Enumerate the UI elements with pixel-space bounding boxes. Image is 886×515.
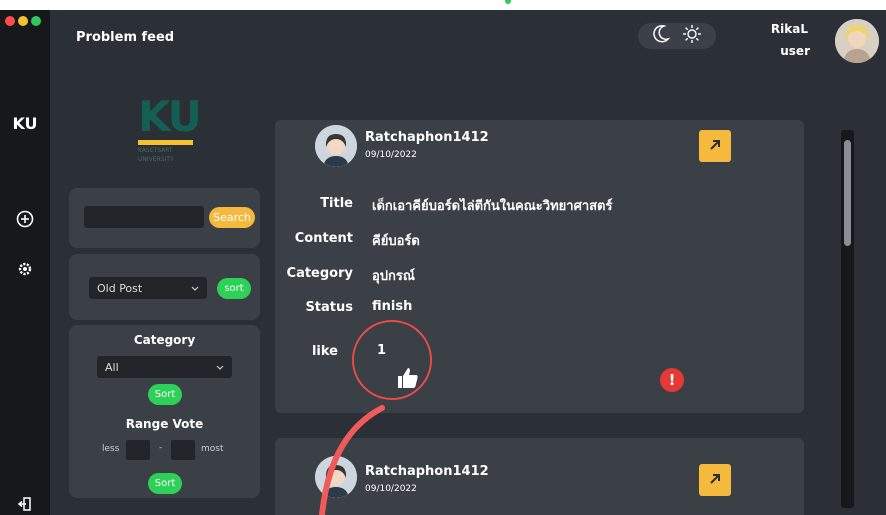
- post-username[interactable]: Ratchaphon1412: [365, 130, 489, 145]
- logo-subtext-2: UNIVERSITY: [138, 156, 174, 163]
- like-highlight-ring: [352, 320, 432, 400]
- search-panel: Search: [69, 188, 260, 248]
- range-separator: -: [159, 443, 163, 453]
- arrow-up-right-icon: [708, 137, 722, 156]
- range-most-input[interactable]: [171, 440, 195, 460]
- category-title: Category: [133, 333, 196, 347]
- open-post-button[interactable]: [699, 130, 731, 162]
- sort-select[interactable]: Old Post: [89, 277, 207, 299]
- content-label: Content: [294, 231, 353, 246]
- app-window: KU Problem feed RikaL user KU KASETSART …: [0, 10, 886, 515]
- chevron-down-icon: [191, 282, 199, 295]
- sort-select-value: Old Post: [97, 281, 143, 295]
- annotation-arrow: [319, 405, 385, 515]
- filter-panel: Category All Sort Range Vote less - most…: [69, 325, 260, 498]
- maximize-window-button[interactable]: [31, 16, 41, 26]
- status-indicator: [505, 0, 511, 4]
- range-less-input[interactable]: [126, 440, 150, 460]
- add-circle-icon[interactable]: [15, 209, 35, 229]
- title-label: Title: [320, 196, 353, 211]
- title-value: เด็กเอาคีย์บอร์ดไล่ตีกันในคณะวิทยาศาสตร์: [372, 199, 613, 214]
- moon-icon[interactable]: [652, 24, 671, 48]
- feed-scrollbar[interactable]: [841, 130, 854, 508]
- report-alert-icon[interactable]: !: [660, 368, 684, 392]
- range-vote-title: Range Vote: [125, 417, 204, 431]
- post-date: 09/10/2022: [365, 150, 417, 160]
- minimize-window-button[interactable]: [18, 16, 28, 26]
- user-role: user: [780, 44, 810, 58]
- status-label: Status: [305, 300, 353, 315]
- category-sort-button[interactable]: Sort: [148, 384, 182, 405]
- content-value: คีย์บอร์ด: [372, 234, 420, 249]
- like-label: like: [311, 344, 338, 359]
- sort-button[interactable]: sort: [217, 278, 251, 299]
- category-select[interactable]: All: [97, 356, 232, 378]
- logout-icon[interactable]: [15, 494, 35, 514]
- range-sort-button[interactable]: Sort: [148, 473, 182, 494]
- post-card: Ratchaphon1412 09/10/2022 Title เด็กเอาค…: [275, 120, 804, 413]
- range-most-label: most: [201, 444, 224, 454]
- category-value: อุปกรณ์: [372, 269, 415, 284]
- category-label: Category: [286, 266, 353, 281]
- sun-icon[interactable]: [682, 24, 702, 48]
- status-value: finish: [372, 299, 413, 314]
- sort-panel: Old Post sort: [69, 254, 260, 320]
- ku-logo: KU KASETSART UNIVERSITY: [138, 92, 202, 168]
- user-avatar[interactable]: [835, 19, 879, 63]
- chevron-down-icon: [216, 361, 224, 374]
- search-input[interactable]: [84, 206, 204, 228]
- page-title: Problem feed: [76, 30, 175, 45]
- arrow-up-right-icon: [708, 471, 722, 490]
- window-controls: [5, 16, 41, 26]
- logo-text: KU: [138, 92, 202, 141]
- close-window-button[interactable]: [5, 16, 15, 26]
- open-post-button[interactable]: [699, 464, 731, 496]
- rail-brand: KU: [12, 114, 38, 133]
- range-vote-row: less - most: [69, 440, 260, 460]
- feed-scrollbar-thumb[interactable]: [844, 140, 851, 246]
- left-rail: KU: [0, 10, 50, 515]
- logo-subtext-1: KASETSART: [138, 147, 173, 154]
- category-select-value: All: [105, 360, 119, 374]
- settings-icon[interactable]: [15, 259, 35, 279]
- user-name: RikaL: [770, 22, 808, 36]
- theme-toggle[interactable]: [638, 23, 716, 49]
- search-button[interactable]: Search: [209, 207, 255, 228]
- post-avatar[interactable]: [315, 125, 357, 167]
- range-less-label: less: [102, 444, 120, 454]
